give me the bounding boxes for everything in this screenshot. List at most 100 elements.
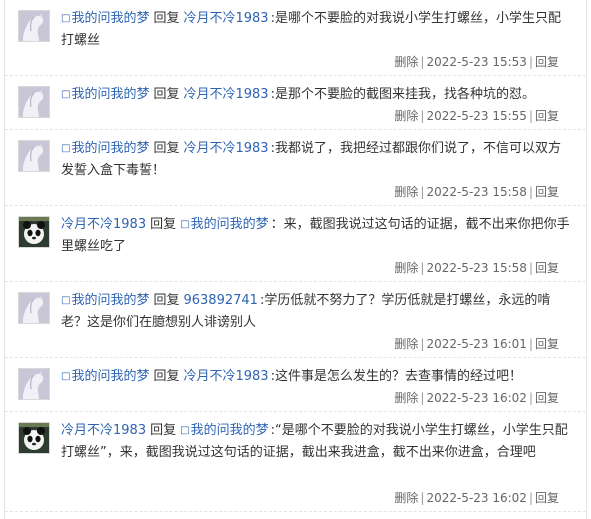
list-item: □我的问我的梦 回复 963892741:学历低就不努力了？学历低就是打螺丝，永远的… <box>5 282 586 358</box>
avatar-white-horse-icon[interactable] <box>18 86 50 118</box>
separator: | <box>528 109 533 123</box>
separator: | <box>420 491 425 505</box>
list-item: □我的问我的梦 回复 冷月不冷1983:是那个不要脸的截图来挂我，找各种坑的怼。 删… <box>5 76 586 130</box>
target-user-link[interactable]: □我的问我的梦 <box>180 217 268 232</box>
timestamp: 2022-5-23 16:02 <box>426 491 527 505</box>
reply-content: □我的问我的梦 回复 冷月不冷1983:这件事是怎么发生的？去查事情的经过吧！ <box>61 366 572 388</box>
reply-meta: 删除 | 2022-5-23 16:02 | 回复 <box>394 489 559 507</box>
target-user-name[interactable]: 我的问我的梦 <box>191 423 269 438</box>
author-link[interactable]: □我的问我的梦 <box>61 293 149 308</box>
target-user-name[interactable]: 我的问我的梦 <box>191 217 269 232</box>
avatar-panda-icon[interactable] <box>18 216 50 248</box>
reply-text: :是那个不要脸的截图来挂我，找各种坑的怼。 <box>270 87 535 102</box>
separator: | <box>528 491 533 505</box>
author-name[interactable]: 我的问我的梦 <box>71 293 149 308</box>
delete-link[interactable]: 删除 <box>394 55 418 69</box>
reply-content: □我的问我的梦 回复 冷月不冷1983:是哪个不要脸的对我说小学生打螺丝，小学生只配… <box>61 8 572 52</box>
separator: | <box>420 337 425 351</box>
list-item: 冷月不冷1983 回复 □我的问我的梦 ：来，截图我说过这句话的证据，截不出来你把你手… <box>5 206 586 282</box>
avatar-panda-icon[interactable] <box>18 422 50 454</box>
target-user-link[interactable]: 冷月不冷1983 <box>183 369 268 384</box>
timestamp: 2022-5-23 16:01 <box>426 337 527 351</box>
user-badge-icon: □ <box>180 219 190 230</box>
separator: | <box>528 337 533 351</box>
avatar-white-horse-icon[interactable] <box>18 368 50 400</box>
reply-content: □我的问我的梦 回复 冷月不冷1983:是那个不要脸的截图来挂我，找各种坑的怼。 <box>61 84 572 106</box>
delete-link[interactable]: 删除 <box>394 491 418 505</box>
separator: | <box>528 185 533 199</box>
reply-list: □我的问我的梦 回复 冷月不冷1983:是哪个不要脸的对我说小学生打螺丝，小学生只配… <box>4 0 587 519</box>
delete-link[interactable]: 删除 <box>394 185 418 199</box>
author-name[interactable]: 我的问我的梦 <box>71 369 149 384</box>
reply-word: 回复 <box>150 217 177 232</box>
avatar-white-horse-icon[interactable] <box>18 10 50 42</box>
separator: | <box>420 185 425 199</box>
separator: | <box>420 261 425 275</box>
reply-link[interactable]: 回复 <box>535 185 559 199</box>
reply-meta: 删除 | 2022-5-23 15:58 | 回复 <box>394 183 559 201</box>
reply-link[interactable]: 回复 <box>535 55 559 69</box>
timestamp: 2022-5-23 15:58 <box>426 261 527 275</box>
separator: | <box>528 391 533 405</box>
reply-link[interactable]: 回复 <box>535 491 559 505</box>
user-badge-icon: □ <box>180 425 190 436</box>
avatar-white-horse-icon[interactable] <box>18 140 50 172</box>
reply-meta: 删除 | 2022-5-23 15:58 | 回复 <box>394 259 559 277</box>
timestamp: 2022-5-23 16:02 <box>426 391 527 405</box>
reply-content: 冷月不冷1983 回复 □我的问我的梦:“是哪个不要脸的对我说小学生打螺丝，小学生只… <box>61 420 572 464</box>
author-link[interactable]: □我的问我的梦 <box>61 87 149 102</box>
list-item: □我的问我的梦 回复 冷月不冷1983:是哪个不要脸的对我说小学生打螺丝，小学生只配… <box>5 0 586 76</box>
reply-link[interactable]: 回复 <box>535 337 559 351</box>
target-user-link[interactable]: 冷月不冷1983 <box>183 87 268 102</box>
reply-content: 冷月不冷1983 回复 □我的问我的梦 ：来，截图我说过这句话的证据，截不出来你把你手… <box>61 214 572 258</box>
reply-meta: 删除 | 2022-5-23 15:53 | 回复 <box>394 53 559 71</box>
delete-link[interactable]: 删除 <box>394 337 418 351</box>
reply-meta: 删除 | 2022-5-23 15:55 | 回复 <box>394 107 559 125</box>
timestamp: 2022-5-23 15:58 <box>426 185 527 199</box>
avatar-white-horse-icon[interactable] <box>18 292 50 324</box>
reply-word: 回复 <box>153 87 180 102</box>
reply-word: 回复 <box>153 141 180 156</box>
separator: | <box>420 391 425 405</box>
reply-word: 回复 <box>153 369 180 384</box>
delete-link[interactable]: 删除 <box>394 261 418 275</box>
reply-link[interactable]: 回复 <box>535 109 559 123</box>
reply-link[interactable]: 回复 <box>535 261 559 275</box>
reply-link[interactable]: 回复 <box>535 391 559 405</box>
list-item: □我的问我的梦 回复 冷月不冷1983:这件事是怎么发生的？去查事情的经过吧！ 删除… <box>5 358 586 412</box>
author-name[interactable]: 我的问我的梦 <box>71 87 149 102</box>
delete-link[interactable]: 删除 <box>394 109 418 123</box>
reply-content: □我的问我的梦 回复 963892741:学历低就不努力了？学历低就是打螺丝，永远的… <box>61 290 572 334</box>
separator: | <box>420 109 425 123</box>
delete-link[interactable]: 删除 <box>394 391 418 405</box>
author-name[interactable]: 我的问我的梦 <box>71 141 149 156</box>
reply-word: 回复 <box>150 423 177 438</box>
author-link[interactable]: □我的问我的梦 <box>61 141 149 156</box>
author-link[interactable]: 冷月不冷1983 <box>61 423 146 438</box>
reply-content: □我的问我的梦 回复 冷月不冷1983:我都说了，我把经过都跟你们说了，不信可以双方… <box>61 138 572 182</box>
reply-meta: 删除 | 2022-5-23 16:02 | 回复 <box>394 389 559 407</box>
reply-word: 回复 <box>153 11 180 26</box>
list-item: 冷月不冷1983 回复 □我的问我的梦:“是哪个不要脸的对我说小学生打螺丝，小学生只… <box>5 412 586 512</box>
target-user-link[interactable]: □我的问我的梦 <box>180 423 268 438</box>
reply-word: 回复 <box>153 293 180 308</box>
reply-meta: 删除 | 2022-5-23 16:01 | 回复 <box>394 335 559 353</box>
author-link[interactable]: □我的问我的梦 <box>61 369 149 384</box>
separator: | <box>528 55 533 69</box>
target-user-link[interactable]: 963892741 <box>183 293 257 308</box>
author-link[interactable]: □我的问我的梦 <box>61 11 149 26</box>
user-badge-icon: □ <box>61 371 71 382</box>
author-link[interactable]: 冷月不冷1983 <box>61 217 146 232</box>
list-item: □我的问我的梦 回复 冷月不冷1983:我都说了，我把经过都跟你们说了，不信可以双方… <box>5 130 586 206</box>
user-badge-icon: □ <box>61 13 71 24</box>
timestamp: 2022-5-23 15:55 <box>426 109 527 123</box>
timestamp: 2022-5-23 15:53 <box>426 55 527 69</box>
user-badge-icon: □ <box>61 89 71 100</box>
separator: | <box>420 55 425 69</box>
user-badge-icon: □ <box>61 143 71 154</box>
author-name[interactable]: 我的问我的梦 <box>71 11 149 26</box>
user-badge-icon: □ <box>61 295 71 306</box>
reply-text: :这件事是怎么发生的？去查事情的经过吧！ <box>270 369 522 384</box>
target-user-link[interactable]: 冷月不冷1983 <box>183 11 268 26</box>
target-user-link[interactable]: 冷月不冷1983 <box>183 141 268 156</box>
